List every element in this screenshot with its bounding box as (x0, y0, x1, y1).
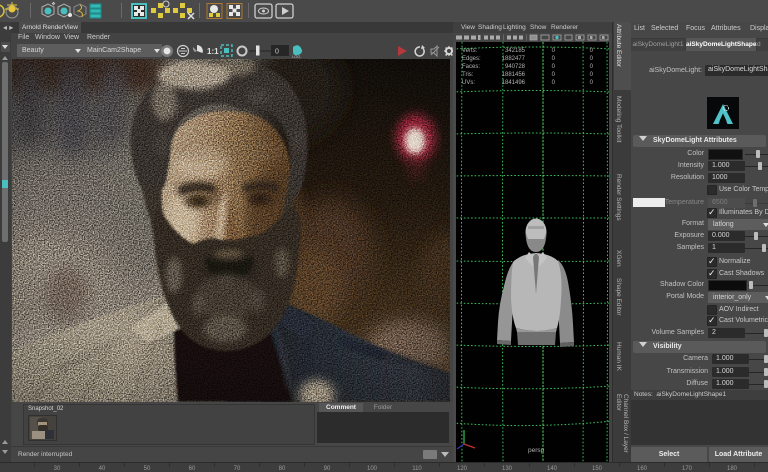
svg-text:940728: 940728 (505, 64, 526, 70)
svg-text:70: 70 (234, 466, 241, 472)
svg-text:0: 0 (275, 49, 279, 56)
svg-text:0: 0 (552, 48, 556, 54)
svg-text:140: 140 (547, 466, 558, 472)
svg-text:Verts:: Verts: (462, 48, 478, 54)
svg-text:1882477: 1882477 (502, 56, 526, 62)
svg-text:110: 110 (412, 466, 422, 472)
svg-text:0: 0 (552, 80, 556, 86)
svg-text:0: 0 (552, 72, 556, 78)
svg-text:100: 100 (367, 466, 378, 472)
svg-text:60: 60 (189, 466, 196, 472)
svg-text:1841496: 1841496 (502, 80, 526, 86)
svg-text:180: 180 (727, 466, 738, 472)
svg-text:130: 130 (502, 466, 513, 472)
svg-text:0: 0 (590, 48, 594, 54)
svg-text:0: 0 (590, 72, 594, 78)
svg-text:120: 120 (457, 466, 468, 472)
svg-text:0: 0 (590, 64, 594, 70)
svg-text:150: 150 (592, 466, 603, 472)
svg-text:Edges:: Edges: (462, 56, 481, 62)
svg-text:30: 30 (54, 466, 61, 472)
svg-text:UVs:: UVs: (462, 80, 475, 86)
svg-text:persp: persp (528, 447, 545, 454)
svg-text:0: 0 (590, 80, 594, 86)
svg-text:160: 160 (637, 466, 648, 472)
svg-text:1881456: 1881456 (502, 72, 526, 78)
svg-text:1:1: 1:1 (207, 47, 219, 56)
svg-text:0: 0 (552, 64, 556, 70)
svg-text:170: 170 (682, 466, 693, 472)
svg-text:80: 80 (279, 466, 286, 472)
svg-text:Faces:: Faces: (462, 64, 480, 70)
svg-text:40: 40 (99, 466, 106, 472)
svg-text:50: 50 (144, 466, 151, 472)
svg-text:0: 0 (552, 56, 556, 62)
svg-text:342185: 342185 (505, 48, 526, 54)
svg-text:90: 90 (324, 466, 331, 472)
svg-text:0: 0 (590, 56, 594, 62)
svg-text:Tris:: Tris: (462, 72, 474, 78)
